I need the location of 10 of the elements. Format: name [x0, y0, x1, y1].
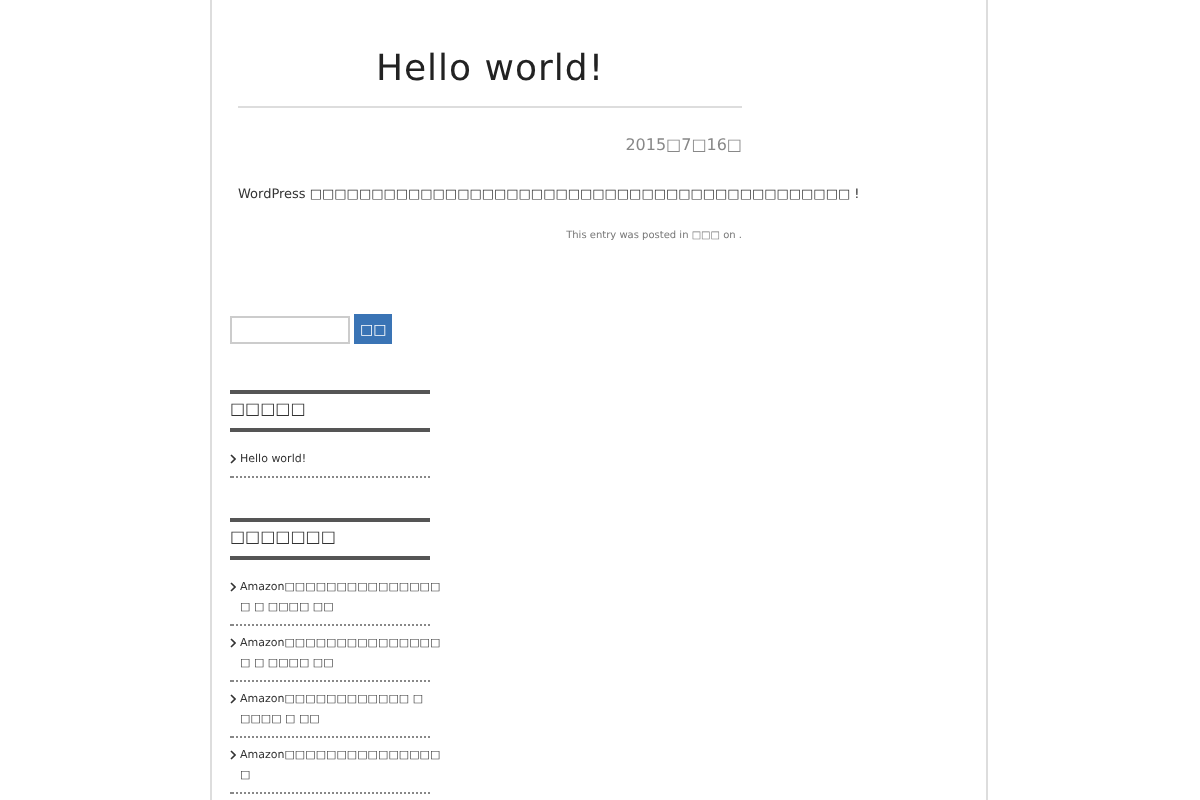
chevron-icon: [230, 582, 236, 593]
post-title: Hello world!: [238, 0, 742, 108]
post-date: 2015□7□16□: [623, 136, 742, 154]
widget-title: □□□□□: [230, 390, 430, 433]
chevron-icon: [230, 454, 236, 465]
chevron-icon: [230, 694, 236, 705]
widget-title: □□□□□□□: [230, 518, 430, 561]
search-field[interactable]: [230, 315, 350, 344]
chevron-icon: [230, 638, 236, 649]
chevron-icon: [230, 750, 236, 761]
